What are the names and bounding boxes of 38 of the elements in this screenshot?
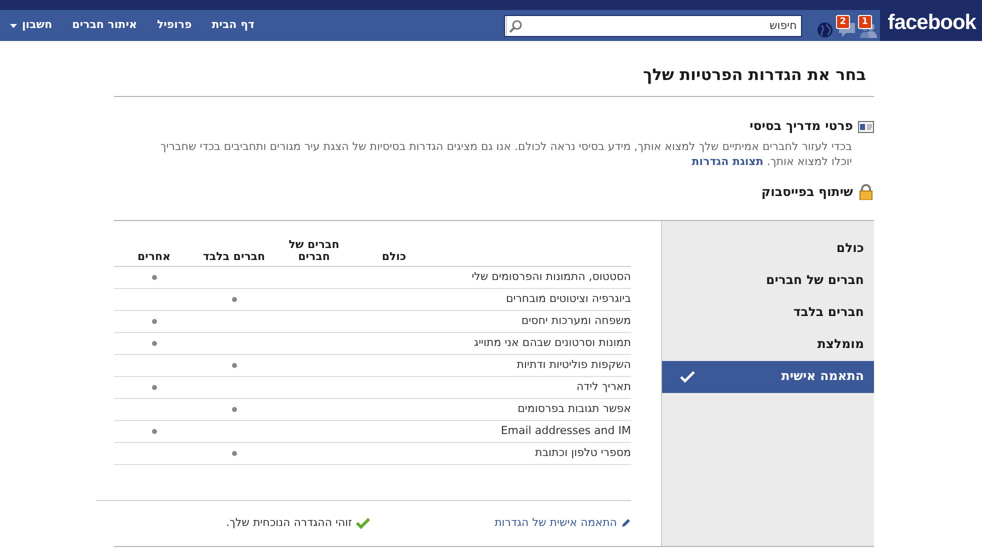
preset-option[interactable]: התאמה אישית: [662, 360, 874, 393]
row-label: תמונות וסרטונים שבהם אני מתוייג: [473, 334, 631, 351]
page-title: בחר את הגדרות הפרטיות שלך: [114, 41, 874, 98]
column-header: חברים של חברים: [288, 238, 340, 263]
customize-link[interactable]: התאמה אישית של הגדרות: [494, 514, 617, 532]
row-label: מספרי טלפון וכתובת: [534, 444, 631, 461]
lock-icon: [858, 184, 874, 200]
row-label: תאריך לידה: [575, 378, 631, 395]
row-label: ביוגרפיה וציטוטים מובחרים: [504, 290, 631, 307]
nav-link[interactable]: חשבון: [10, 17, 52, 34]
nav-link[interactable]: איתור חברים: [72, 17, 137, 34]
column-header: חברים בלבד: [202, 250, 266, 263]
checkmark-icon: [680, 370, 695, 383]
checkmark-icon: [356, 518, 370, 529]
search-field[interactable]: חיפוש: [504, 14, 802, 36]
settings-link[interactable]: תצוגת הגדרות: [692, 154, 764, 168]
column-header: כולם: [380, 250, 408, 263]
caret-icon: [10, 24, 17, 28]
column-header: אחרים: [136, 250, 172, 263]
nav-link[interactable]: דף הבית: [212, 17, 254, 34]
pencil-icon: [621, 518, 631, 528]
notification-badge: 1: [858, 14, 872, 28]
row-label: משפחה ומערכות יחסים: [520, 312, 631, 329]
nav-link[interactable]: פרופיל: [156, 17, 192, 34]
preset-option[interactable]: מומלצת: [662, 328, 874, 361]
section-title: שיתוף בפייסבוק: [761, 182, 853, 201]
current-setting-note: זוהי ההגדרה הנוכחית שלך.: [226, 514, 352, 531]
notification-badge: 2: [836, 14, 850, 28]
row-label: הסטטוס, התמונות והפרסומים שלי: [470, 268, 631, 285]
id-card-icon: [858, 120, 874, 133]
row-label: Email addresses and IM: [500, 422, 631, 439]
preset-option[interactable]: חברים של חברים: [662, 264, 874, 297]
description-text: בכדי לעזור לחברים אמיתיים שלך למצוא אותך, מידע בסיסי נראה לכולם. אנו גם מציגים הגדרות בסיסיות של הצגת עיר מגורים ותחביבים בכדי שחבריך יוכלו למצוא אותך. תצוגת הגדרות: [159, 138, 853, 169]
row-label: אפשר תגובות בפרסומים: [516, 400, 631, 417]
row-label: השקפות פוליטיות ודתיות: [516, 356, 631, 373]
preset-option[interactable]: כולם: [662, 232, 874, 265]
preset-option[interactable]: חברים בלבד: [662, 296, 874, 329]
section-title: פרטי מדריך בסיסי: [750, 117, 853, 136]
